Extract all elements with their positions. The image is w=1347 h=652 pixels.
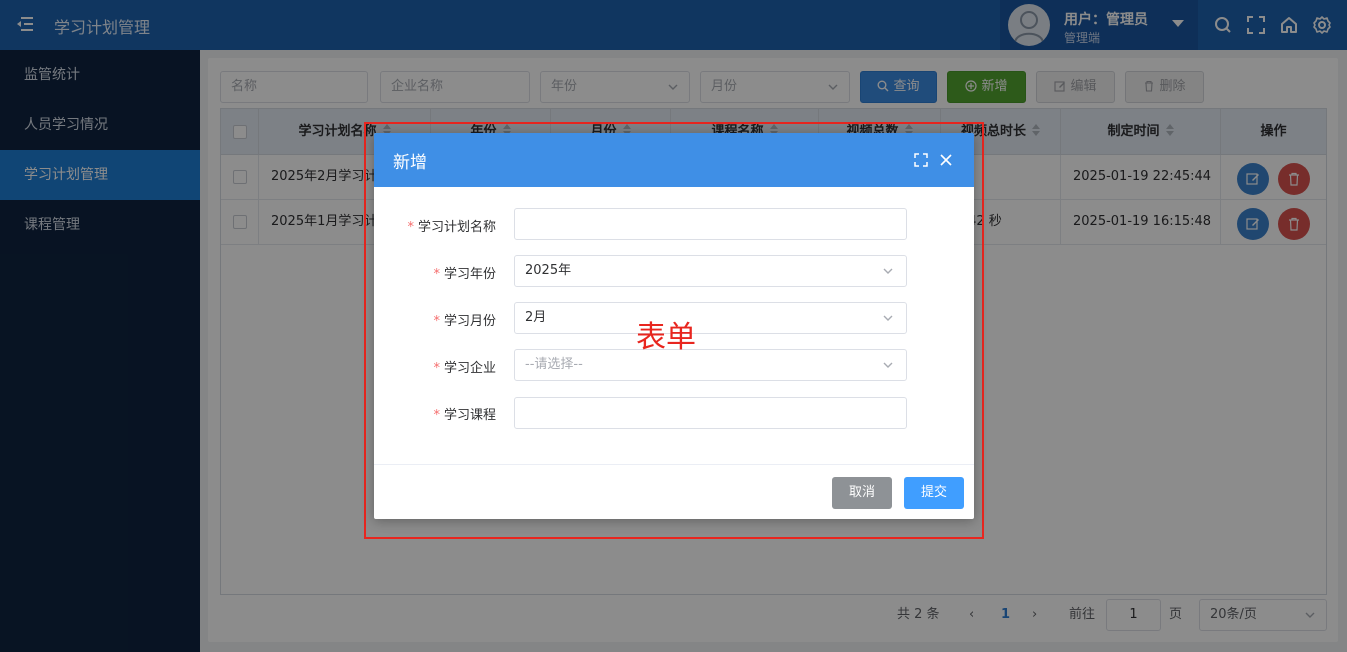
required-mark: * bbox=[433, 408, 440, 423]
chevron-down-icon bbox=[883, 268, 893, 274]
chevron-down-icon bbox=[883, 362, 893, 368]
required-mark: * bbox=[433, 314, 440, 329]
study-year-select[interactable]: 2025年 bbox=[514, 255, 907, 287]
study-company-select[interactable]: --请选择-- bbox=[514, 349, 907, 381]
field-label-text: 学习月份 bbox=[443, 314, 496, 329]
plan-name-label: * 学习计划名称 bbox=[374, 216, 496, 235]
chevron-down-icon bbox=[883, 315, 893, 321]
dialog-divider bbox=[374, 464, 974, 465]
dialog-header: 新增 bbox=[374, 133, 974, 187]
study-month-label: * 学习月份 bbox=[374, 310, 496, 329]
plan-name-input[interactable] bbox=[514, 208, 907, 240]
field-label-text: 学习企业 bbox=[443, 361, 496, 376]
field-label-text: 学习年份 bbox=[443, 267, 496, 282]
study-month-value: 2月 bbox=[525, 310, 547, 325]
required-mark: * bbox=[433, 361, 440, 376]
study-year-value: 2025年 bbox=[525, 263, 572, 278]
cancel-button[interactable]: 取消 bbox=[832, 477, 892, 509]
study-company-label: * 学习企业 bbox=[374, 357, 496, 376]
study-month-select[interactable]: 2月 bbox=[514, 302, 907, 334]
maximize-icon[interactable] bbox=[914, 153, 928, 167]
study-course-input[interactable] bbox=[514, 397, 907, 429]
required-mark: * bbox=[433, 267, 440, 282]
study-year-label: * 学习年份 bbox=[374, 263, 496, 282]
study-course-label: * 学习课程 bbox=[374, 404, 496, 423]
required-mark: * bbox=[407, 220, 414, 235]
submit-button[interactable]: 提交 bbox=[904, 477, 964, 509]
field-label-text: 学习课程 bbox=[443, 408, 496, 423]
study-company-placeholder: --请选择-- bbox=[525, 357, 583, 372]
field-label-text: 学习计划名称 bbox=[417, 220, 496, 235]
close-icon[interactable] bbox=[939, 153, 953, 167]
annotation-label: 表单 bbox=[636, 320, 696, 355]
dialog-title: 新增 bbox=[393, 153, 427, 173]
